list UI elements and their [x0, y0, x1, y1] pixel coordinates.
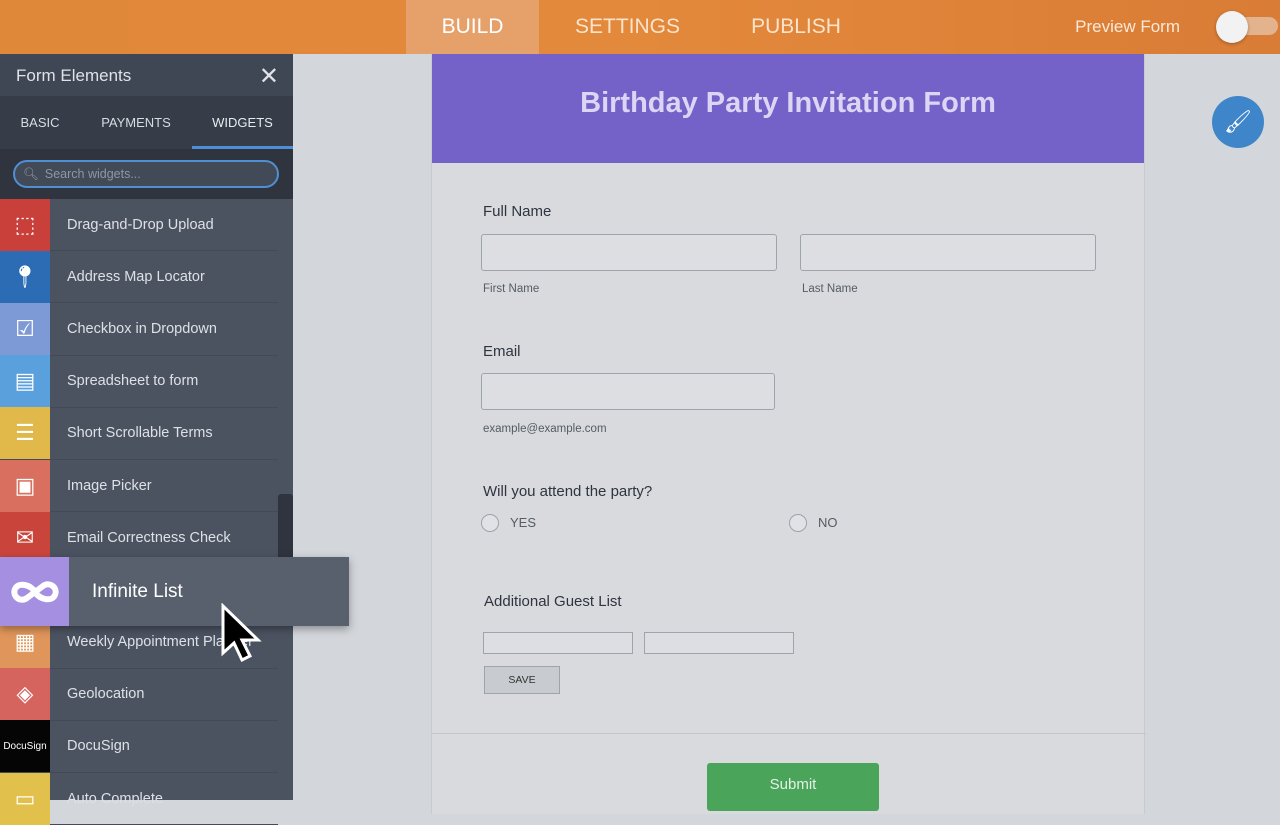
email-icon: ✉	[0, 511, 50, 564]
tab-basic[interactable]: BASIC	[0, 96, 80, 149]
email-hint: example@example.com	[483, 423, 607, 435]
widget-item[interactable]: ☑ Checkbox in Dropdown	[0, 302, 278, 356]
tab-widgets[interactable]: WIDGETS	[192, 96, 293, 149]
preview-toggle[interactable]	[1216, 11, 1278, 43]
checklist-icon: ☑	[0, 302, 50, 355]
email-label: Email	[483, 343, 521, 360]
last-name-sublabel: Last Name	[802, 283, 858, 295]
upload-icon: ⬚	[0, 198, 50, 251]
widget-item[interactable]: ▣ Image Picker	[0, 459, 278, 513]
widget-label: Geolocation	[67, 686, 145, 703]
widget-label: Address Map Locator	[67, 268, 205, 285]
widget-label: Infinite List	[92, 580, 183, 602]
form-elements-panel: Form Elements ✕ BASIC PAYMENTS WIDGETS 🔍︎…	[0, 54, 293, 825]
widget-item[interactable]: 📍︎ Address Map Locator	[0, 250, 278, 304]
divider	[432, 733, 1146, 734]
widget-item[interactable]: ☰ Short Scrollable Terms	[0, 407, 278, 460]
widget-label: Auto Complete	[67, 790, 163, 807]
tab-build[interactable]: BUILD	[406, 0, 539, 54]
guest-input-1[interactable]	[483, 632, 633, 654]
widget-item[interactable]: DocuSign DocuSign	[0, 720, 278, 774]
terms-icon: ☰	[0, 407, 50, 460]
radio-yes[interactable]	[481, 514, 499, 532]
first-name-sublabel: First Name	[483, 283, 540, 295]
image-icon: ▣	[0, 459, 50, 512]
widget-item[interactable]: ▭ Auto Complete	[0, 772, 278, 825]
close-icon[interactable]: ✕	[259, 62, 279, 91]
radio-yes-label: YES	[510, 515, 537, 530]
widget-item[interactable]: ⬚ Drag-and-Drop Upload	[0, 198, 278, 252]
last-name-input[interactable]	[800, 234, 1096, 271]
widget-label: Short Scrollable Terms	[67, 425, 213, 442]
first-name-input[interactable]	[481, 234, 777, 271]
map-icon: ◈	[0, 668, 50, 721]
scrollbar[interactable]	[278, 494, 293, 560]
form-title[interactable]: Birthday Party Invitation Form	[432, 54, 1144, 163]
guest-list-label: Additional Guest List	[484, 593, 622, 610]
form-canvas: Birthday Party Invitation Form Full Name…	[431, 54, 1146, 814]
radio-no[interactable]	[789, 514, 807, 532]
widget-label: Image Picker	[67, 477, 152, 494]
submit-button[interactable]: Submit	[707, 763, 879, 811]
guest-input-2[interactable]	[644, 632, 794, 654]
docusign-logo: DocuSign	[0, 720, 50, 773]
widget-label: Drag-and-Drop Upload	[67, 216, 214, 233]
search-input[interactable]: 🔍︎ Search widgets...	[13, 160, 279, 188]
mouse-cursor-icon	[221, 603, 262, 663]
save-button[interactable]: SAVE	[484, 666, 560, 694]
map-pin-icon: 📍︎	[0, 250, 50, 303]
tab-payments[interactable]: PAYMENTS	[80, 96, 192, 149]
widget-label: Email Correctness Check	[67, 529, 231, 546]
tab-settings[interactable]: SETTINGS	[560, 0, 695, 54]
widget-label: DocuSign	[67, 738, 130, 755]
radio-no-label: NO	[818, 515, 838, 530]
widget-label: Checkbox in Dropdown	[67, 320, 217, 337]
widget-label: Spreadsheet to form	[67, 373, 199, 390]
preview-form-label: Preview Form	[1075, 17, 1180, 36]
paint-roller-icon[interactable]: 🖌︎	[1212, 96, 1264, 148]
search-icon: 🔍︎	[23, 166, 39, 181]
dragging-widget-infinite-list[interactable]: Infinite List	[0, 557, 349, 626]
full-name-label: Full Name	[483, 203, 552, 220]
top-bar: BUILD SETTINGS PUBLISH Preview Form	[0, 0, 1280, 54]
widget-item[interactable]: ▤ Spreadsheet to form	[0, 355, 278, 408]
tab-publish[interactable]: PUBLISH	[735, 0, 857, 54]
attend-label: Will you attend the party?	[483, 483, 653, 500]
email-input[interactable]	[481, 373, 775, 410]
infinity-icon	[0, 557, 69, 626]
spreadsheet-icon: ▤	[0, 355, 50, 408]
widget-item[interactable]: ◈ Geolocation	[0, 668, 278, 721]
panel-title: Form Elements	[16, 66, 132, 85]
autocomplete-icon: ▭	[0, 772, 50, 825]
